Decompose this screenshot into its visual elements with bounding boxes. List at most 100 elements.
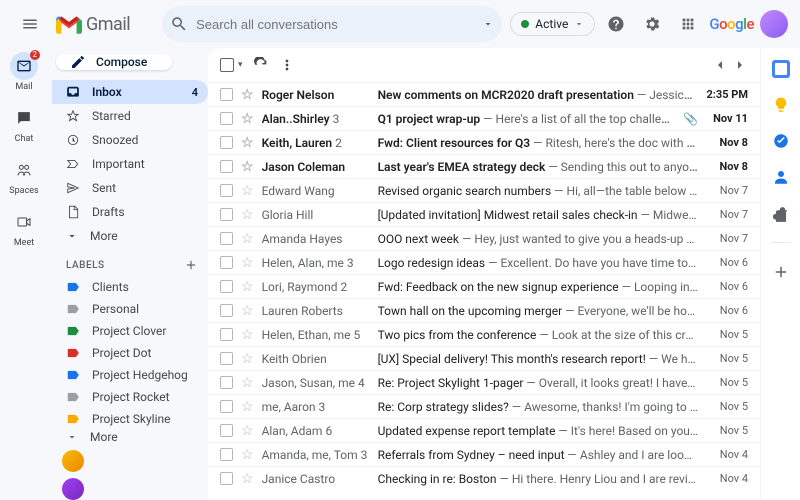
star-icon[interactable]: ☆ (241, 472, 254, 486)
row-checkbox[interactable] (220, 136, 233, 149)
important-icon (66, 157, 80, 171)
row-checkbox[interactable] (220, 424, 233, 437)
row-checkbox[interactable] (220, 112, 233, 125)
label-item[interactable]: Project Rocket (52, 386, 208, 408)
label-item[interactable]: Personal (52, 298, 208, 320)
contacts-app-icon[interactable] (772, 168, 790, 186)
label-item[interactable]: Clients (52, 276, 208, 298)
star-icon[interactable]: ☆ (241, 400, 254, 414)
message-row[interactable]: ☆ Edward Wang Revised organic search num… (208, 178, 760, 202)
message-row[interactable]: ☆ Alan..Shirley 3 Q1 project wrap-up — H… (208, 106, 760, 130)
star-icon[interactable]: ☆ (241, 88, 254, 102)
message-row[interactable]: ☆ Lauren Roberts Town hall on the upcomi… (208, 298, 760, 322)
add-app-button[interactable] (772, 263, 790, 281)
nav-drafts[interactable]: Drafts (52, 200, 208, 224)
compose-button[interactable]: Compose (56, 54, 172, 70)
nav-snoozed[interactable]: Snoozed (52, 128, 208, 152)
search-options-icon[interactable] (482, 18, 494, 30)
row-checkbox[interactable] (220, 88, 233, 101)
row-checkbox[interactable] (220, 448, 233, 461)
star-icon[interactable]: ☆ (241, 112, 254, 126)
next-page-button[interactable] (732, 57, 748, 73)
star-icon[interactable]: ☆ (241, 184, 254, 198)
row-checkbox[interactable] (220, 376, 233, 389)
main-menu-button[interactable] (12, 6, 48, 42)
sender: Keith, Lauren 2 (262, 136, 370, 150)
apps-button[interactable] (673, 9, 703, 39)
star-icon[interactable]: ☆ (241, 232, 254, 246)
add-label-button[interactable] (184, 258, 198, 272)
star-icon[interactable]: ☆ (241, 280, 254, 294)
label-item[interactable]: Project Hedgehog (52, 364, 208, 386)
message-row[interactable]: ☆ Amanda Hayes OOO next week — Hey, just… (208, 226, 760, 250)
support-button[interactable] (601, 9, 631, 39)
nav-more[interactable]: More (52, 224, 208, 248)
more-button[interactable] (279, 57, 295, 73)
label-item[interactable]: Project Clover (52, 320, 208, 342)
search-input[interactable] (196, 17, 474, 32)
chat-avatar[interactable] (62, 450, 84, 472)
row-checkbox[interactable] (220, 472, 233, 485)
row-checkbox[interactable] (220, 304, 233, 317)
account-avatar[interactable] (760, 10, 788, 38)
message-row[interactable]: ☆ Janice Castro Checking in re: Boston —… (208, 466, 760, 490)
message-row[interactable]: ☆ Keith, Lauren 2 Fwd: Client resources … (208, 130, 760, 154)
star-icon[interactable]: ☆ (241, 424, 254, 438)
divider (771, 242, 791, 243)
star-icon[interactable]: ☆ (241, 304, 254, 318)
refresh-button[interactable] (253, 57, 269, 73)
chat-avatar[interactable] (62, 478, 84, 500)
message-row[interactable]: ☆ Roger Nelson New comments on MCR2020 d… (208, 82, 760, 106)
select-all-checkbox[interactable] (220, 58, 234, 72)
settings-button[interactable] (637, 9, 667, 39)
nav-important[interactable]: Important (52, 152, 208, 176)
star-icon[interactable]: ☆ (241, 376, 254, 390)
keep-app-icon[interactable] (772, 96, 790, 114)
message-row[interactable]: ☆ Alan, Adam 6 Updated expense report te… (208, 418, 760, 442)
message-row[interactable]: ☆ Jason Coleman Last year's EMEA strateg… (208, 154, 760, 178)
rail-chat[interactable]: Chat (4, 104, 44, 144)
select-all-dropdown[interactable]: ▾ (238, 60, 243, 70)
date: Nov 8 (706, 136, 748, 149)
label-item[interactable]: Project Dot (52, 342, 208, 364)
nav-inbox[interactable]: Inbox4 (52, 80, 208, 104)
rail-meet[interactable]: Meet (4, 208, 44, 248)
label-item[interactable]: Project Skyline (52, 408, 208, 430)
row-checkbox[interactable] (220, 400, 233, 413)
message-row[interactable]: ☆ Gloria Hill [Updated invitation] Midwe… (208, 202, 760, 226)
addons-app-icon[interactable] (772, 204, 790, 222)
rail-mail[interactable]: 2 Mail (4, 52, 44, 92)
message-row[interactable]: ☆ Helen, Alan, me 3 Logo redesign ideas … (208, 250, 760, 274)
message-row[interactable]: ☆ Jason, Susan, me 4 Re: Project Skyligh… (208, 370, 760, 394)
message-row[interactable]: ☆ Amanda, me, Tom 3 Referrals from Sydne… (208, 442, 760, 466)
row-checkbox[interactable] (220, 208, 233, 221)
labels-more[interactable]: More (52, 430, 208, 444)
message-row[interactable]: ☆ me, Aaron 3 Re: Corp strategy slides? … (208, 394, 760, 418)
row-checkbox[interactable] (220, 328, 233, 341)
row-checkbox[interactable] (220, 280, 233, 293)
rail-spaces[interactable]: Spaces (4, 156, 44, 196)
row-checkbox[interactable] (220, 160, 233, 173)
calendar-app-icon[interactable] (772, 60, 790, 78)
star-icon[interactable]: ☆ (241, 160, 254, 174)
row-checkbox[interactable] (220, 352, 233, 365)
star-icon[interactable]: ☆ (241, 208, 254, 222)
message-row[interactable]: ☆ Helen, Ethan, me 5 Two pics from the c… (208, 322, 760, 346)
star-icon[interactable]: ☆ (241, 448, 254, 462)
row-checkbox[interactable] (220, 232, 233, 245)
gmail-logo[interactable]: Gmail (56, 14, 130, 35)
star-icon[interactable]: ☆ (241, 136, 254, 150)
status-chip[interactable]: Active (510, 12, 595, 36)
prev-page-button[interactable] (712, 57, 728, 73)
tasks-app-icon[interactable] (772, 132, 790, 150)
star-icon[interactable]: ☆ (241, 256, 254, 270)
nav-starred[interactable]: Starred (52, 104, 208, 128)
message-row[interactable]: ☆ Lori, Raymond 2 Fwd: Feedback on the n… (208, 274, 760, 298)
search-bar[interactable] (162, 6, 502, 42)
row-checkbox[interactable] (220, 184, 233, 197)
row-checkbox[interactable] (220, 256, 233, 269)
star-icon[interactable]: ☆ (241, 328, 254, 342)
message-row[interactable]: ☆ Keith Obrien [UX] Special delivery! Th… (208, 346, 760, 370)
nav-sent[interactable]: Sent (52, 176, 208, 200)
star-icon[interactable]: ☆ (241, 352, 254, 366)
